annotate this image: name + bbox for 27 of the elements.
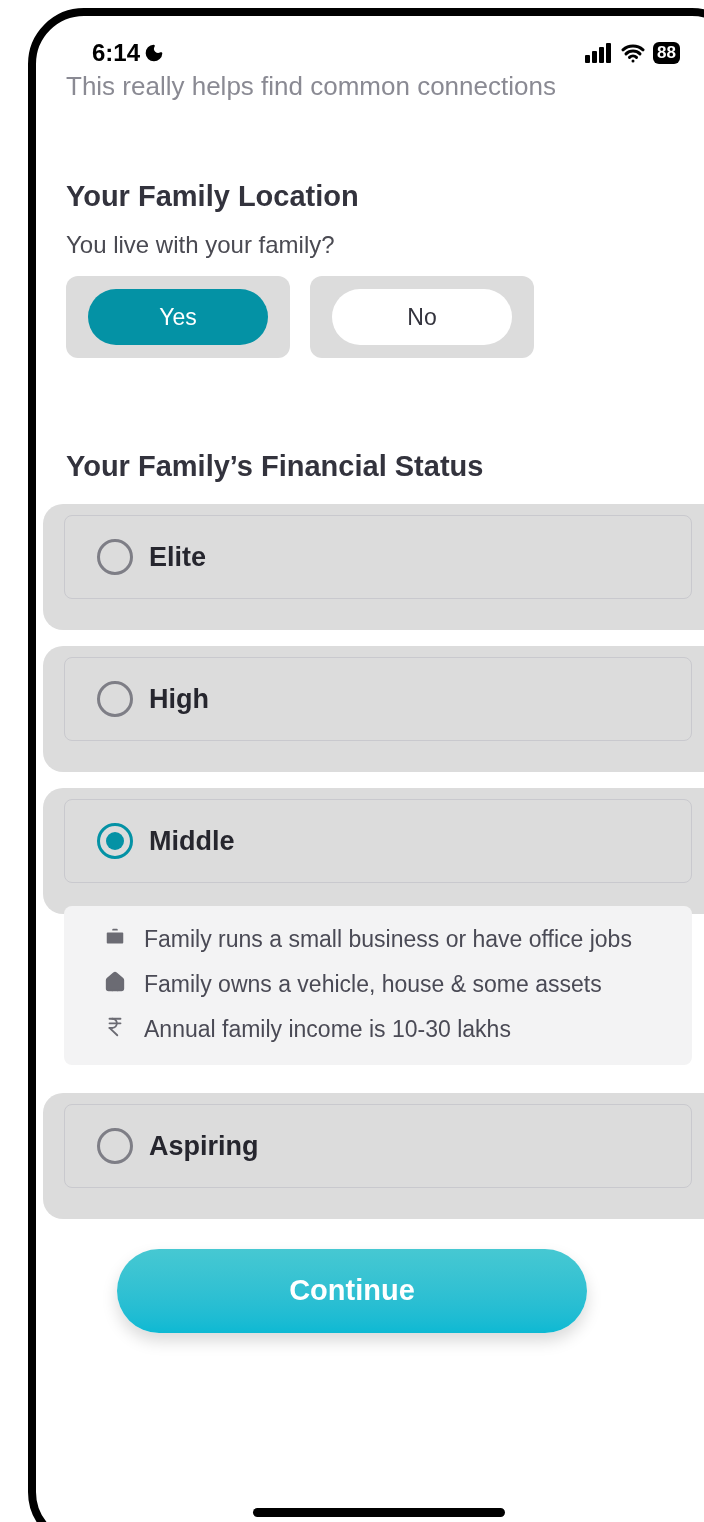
section-heading: Your Family’s Financial Status [66, 449, 485, 484]
battery-indicator: 88 [653, 42, 680, 64]
detail-text: Annual family income is 10-30 lakhs [144, 1015, 511, 1044]
option-card[interactable]: Aspiring [43, 1093, 704, 1219]
moon-icon [144, 43, 165, 63]
radio-button[interactable] [97, 539, 133, 575]
radio-button[interactable] [97, 681, 133, 717]
choice-button[interactable]: Yes [88, 289, 268, 345]
option-label: Middle [149, 824, 235, 858]
radio-button[interactable] [97, 823, 133, 859]
subtitle: This really helps find common connections [66, 70, 557, 102]
detail-text: Family runs a small business or have office jobs [144, 925, 632, 954]
option-card[interactable]: High [43, 646, 704, 772]
question-text: You live with your family? [66, 230, 336, 260]
detail-text: Family owns a vehicle, house & some assets [144, 970, 602, 999]
signal-icon [585, 43, 614, 63]
choice-button[interactable]: No [332, 289, 512, 345]
section-heading: Your Family Location [66, 179, 360, 214]
radio-button[interactable] [97, 1128, 133, 1164]
house-icon [104, 971, 126, 993]
option-label: High [149, 682, 209, 716]
option-card[interactable]: Elite [43, 504, 704, 630]
briefcase-icon [104, 926, 126, 948]
option-label: Aspiring [149, 1129, 259, 1163]
status-time: 6:14 [92, 41, 141, 65]
option-label: Elite [149, 540, 207, 574]
option-card[interactable]: Middle [43, 788, 704, 914]
